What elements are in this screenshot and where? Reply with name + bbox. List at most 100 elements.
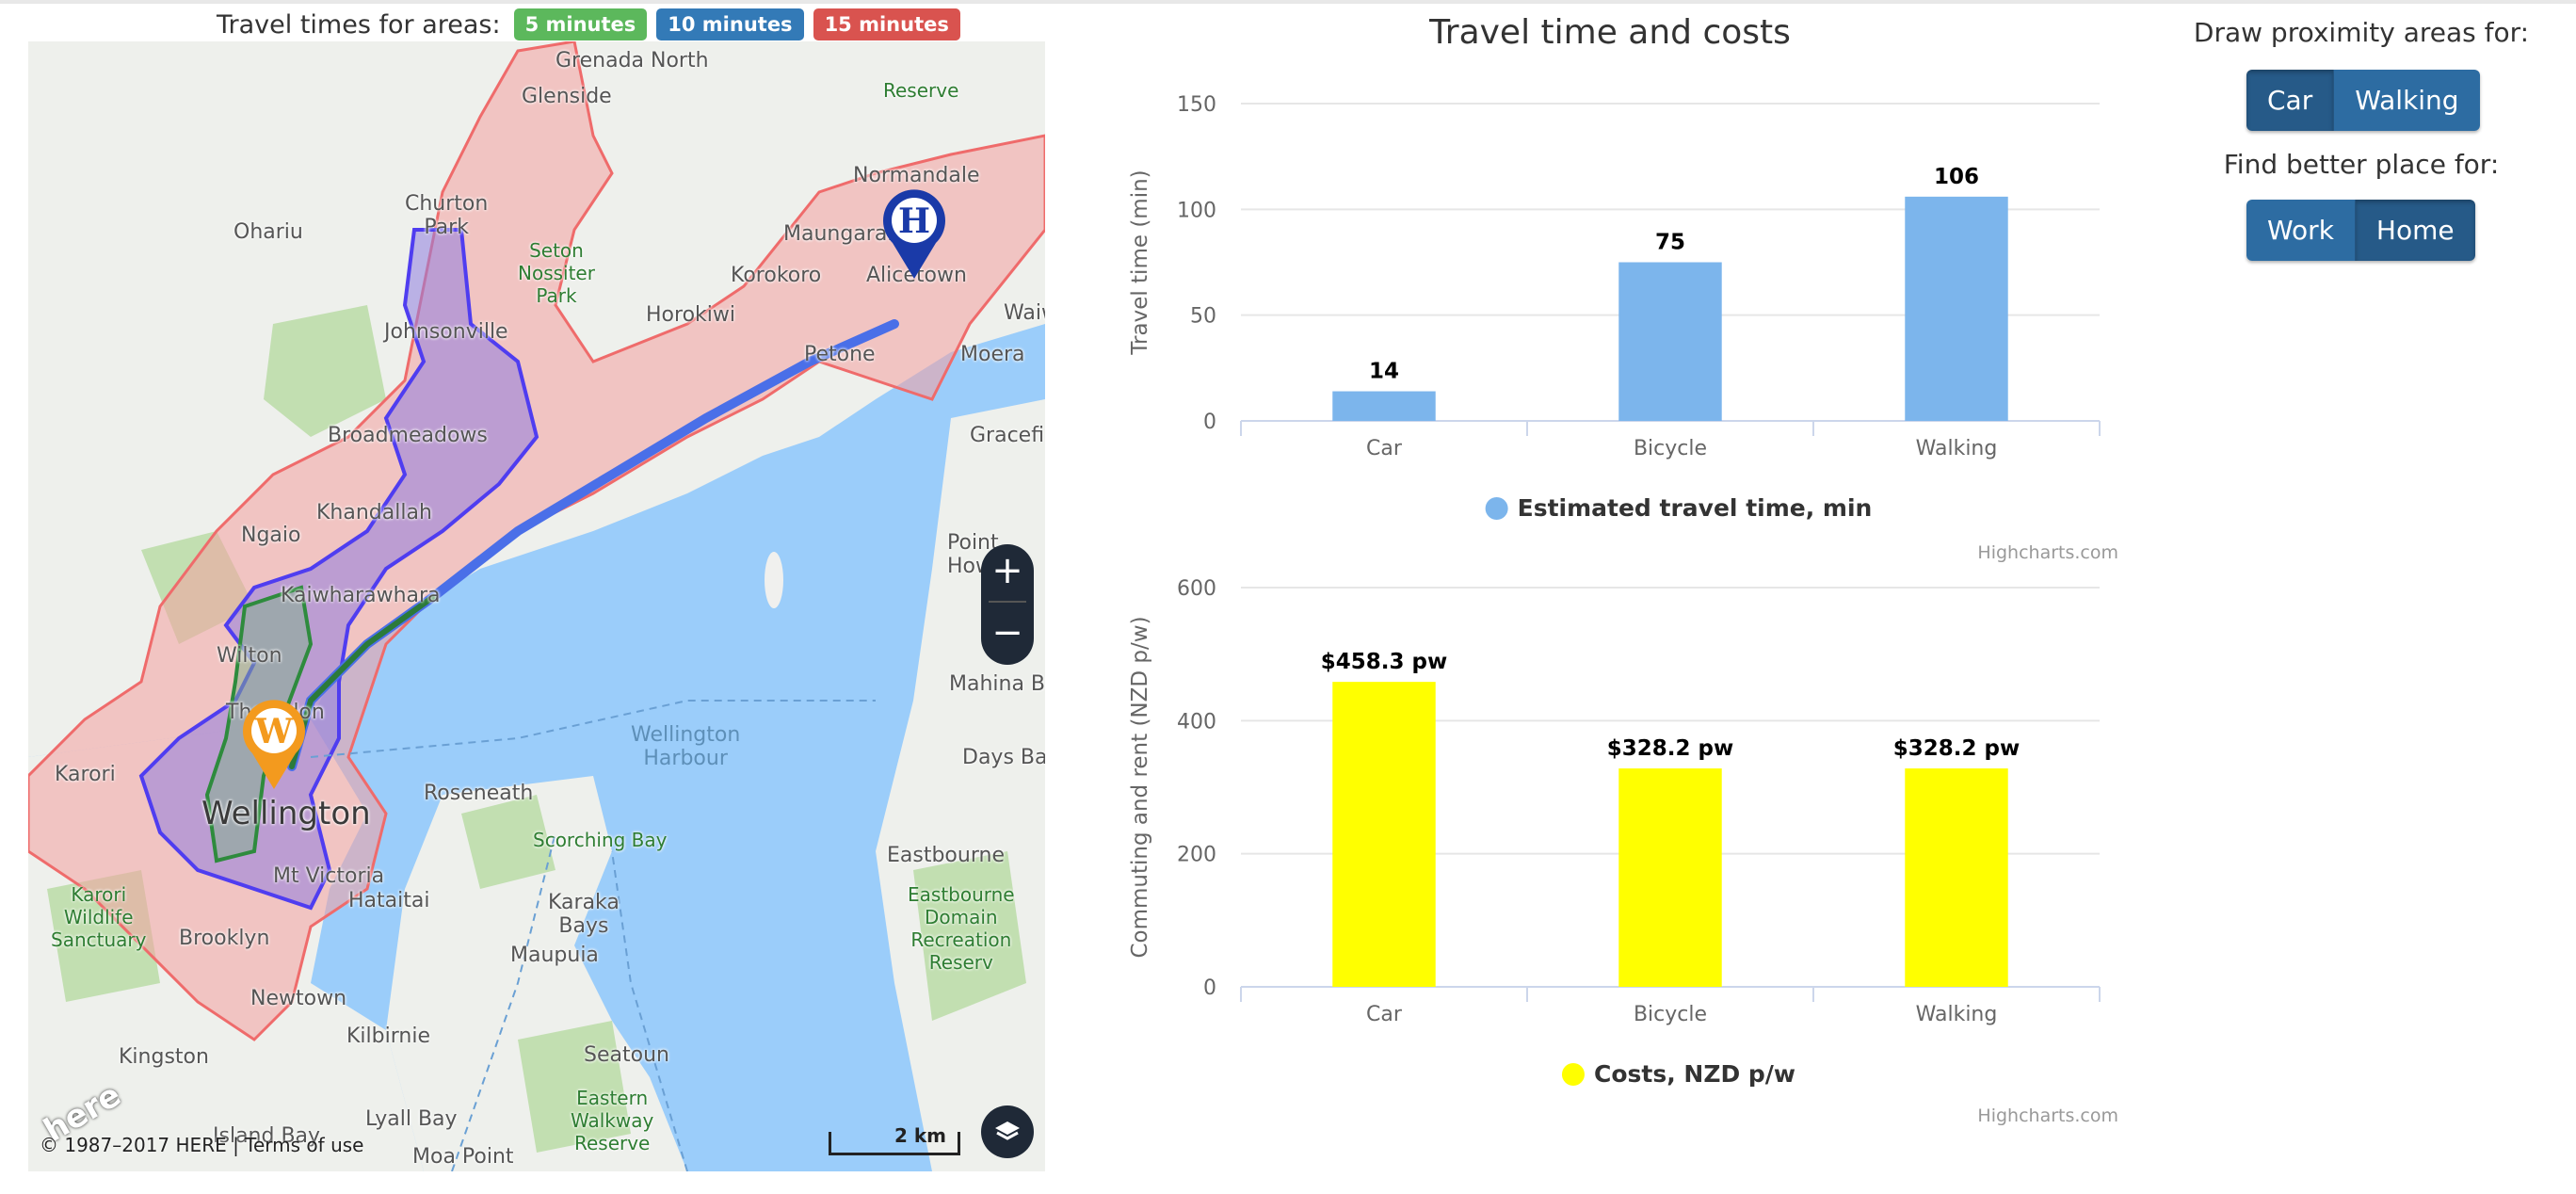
map-label-eastern-walkway: Eastern Walkway Reserve: [571, 1087, 654, 1154]
bar[interactable]: [1618, 768, 1722, 987]
draw-proximity-buttons: Car Walking: [2246, 70, 2480, 131]
find-work-button[interactable]: Work: [2246, 200, 2356, 261]
map-copyright[interactable]: © 1987–2017 HERE | Terms of use: [40, 1134, 363, 1156]
find-better-place-label: Find better place for:: [2223, 149, 2500, 180]
map-label-newtown: Newtown: [250, 987, 347, 1010]
map-label-brooklyn: Brooklyn: [179, 927, 270, 950]
badge-5-minutes[interactable]: 5 minutes: [513, 8, 648, 40]
map-label-ngaio: Ngaio: [241, 524, 301, 547]
home-location-pin[interactable]: H: [881, 186, 947, 284]
data-label: $328.2 pw: [1893, 736, 2020, 761]
map-label-waiwhetu: Waiw: [1004, 301, 1045, 325]
map-label-kilbirnie: Kilbirnie: [346, 1025, 430, 1048]
draw-proximity-label: Draw proximity areas for:: [2193, 17, 2530, 48]
scale-label: 2 km: [894, 1124, 947, 1147]
bar[interactable]: [1618, 262, 1722, 422]
data-label: 106: [1934, 165, 1979, 189]
map-label-horokiwi: Horokiwi: [646, 303, 735, 327]
x-tick-label: Car: [1366, 437, 1403, 460]
badge-10-minutes[interactable]: 10 minutes: [656, 8, 804, 40]
map-label-eastbourne-domain: Eastbourne Domain Recreation Reserv: [908, 883, 1015, 974]
bar[interactable]: [1332, 682, 1436, 987]
top-border: [0, 0, 2576, 4]
map-label-mt-victoria: Mt Victoria: [273, 864, 385, 888]
map-label-seton-nossiter: Seton Nossiter Park: [518, 239, 595, 307]
x-tick-label: Walking: [1916, 437, 1998, 460]
work-pin-letter: W: [254, 712, 294, 751]
data-label: $328.2 pw: [1607, 736, 1733, 761]
costs-chart: 0 200 400 600 $458.3 pw Car $328.2 pw Bicycle $3…: [1120, 565, 2118, 1130]
find-better-place-buttons: Work Home: [2246, 200, 2475, 261]
x-tick-label: Bicycle: [1634, 437, 1707, 460]
map-label-roseneath: Roseneath: [424, 782, 534, 805]
map-label-moa-point: Moa Point: [412, 1145, 514, 1169]
data-label: 14: [1369, 360, 1399, 384]
layers-icon: [995, 1121, 1020, 1140]
legend-item[interactable]: Costs, NZD p/w: [1561, 1060, 1795, 1088]
map-label-karaka-bays: Karaka Bays: [548, 891, 620, 938]
find-home-button[interactable]: Home: [2355, 200, 2475, 261]
y-tick-label: 150: [1177, 93, 1216, 117]
map-label-normandale: Normandale: [853, 164, 980, 187]
map-label-reserve: Reserve: [883, 79, 959, 102]
chart-credit-2[interactable]: Highcharts.com: [1977, 1105, 2118, 1126]
map-label-broadmeadows: Broadmeadows: [328, 424, 488, 447]
y-tick-label: 0: [1203, 976, 1216, 1000]
map-label-wellington: Wellington: [201, 795, 371, 832]
zoom-out-button[interactable]: −: [981, 606, 1034, 659]
map-label-kaiwharawhara: Kaiwharawhara: [281, 584, 441, 607]
y-axis-title: Travel time (min): [1128, 169, 1152, 355]
work-location-pin[interactable]: W: [241, 697, 307, 795]
map-label-maupuia: Maupuia: [510, 944, 599, 967]
map-label-lyall-bay: Lyall Bay: [365, 1107, 458, 1131]
zoom-control: + −: [981, 544, 1034, 665]
map-label-churton-park: Churton Park: [405, 192, 489, 239]
map-label-seatoun: Seatoun: [584, 1043, 669, 1067]
legend-symbol: [1561, 1063, 1585, 1086]
badge-15-minutes[interactable]: 15 minutes: [813, 8, 960, 40]
map-label-days-bay: Days Bay: [962, 746, 1045, 769]
map-label-wilton: Wilton: [217, 644, 282, 668]
map-label-karori: Karori: [55, 763, 116, 786]
x-tick-label: Bicycle: [1634, 1003, 1707, 1026]
chart-credit-1[interactable]: Highcharts.com: [1977, 542, 2118, 563]
y-tick-label: 600: [1177, 577, 1216, 601]
map-view[interactable]: Grenada North Glenside Reserve Ohariu Ch…: [28, 41, 1045, 1171]
chart-title: Travel time and costs: [1429, 13, 1791, 52]
map-label-eastbourne: Eastbourne: [887, 844, 1005, 867]
map-label-hataitai: Hataitai: [348, 889, 430, 912]
map-label-mahina-bay: Mahina Bay: [949, 672, 1045, 696]
legend-label: Estimated travel time, min: [1518, 494, 1873, 522]
map-label-scorching-bay: Scorching Bay: [533, 829, 668, 851]
y-axis-title: Commuting and rent (NZD p/w): [1128, 616, 1152, 958]
draw-car-button[interactable]: Car: [2246, 70, 2335, 131]
data-label: $458.3 pw: [1321, 650, 1447, 674]
map-label-johnsonville: Johnsonville: [384, 320, 508, 344]
map-label-karori-wildlife: Karori Wildlife Sanctuary: [51, 883, 147, 951]
home-pin-letter: H: [897, 202, 930, 241]
map-label-moera: Moera: [960, 343, 1025, 366]
bar[interactable]: [1905, 768, 2008, 987]
legend-label: Costs, NZD p/w: [1594, 1060, 1795, 1088]
draw-walking-button[interactable]: Walking: [2334, 70, 2480, 131]
bar[interactable]: [1905, 196, 2008, 421]
map-label-kingston: Kingston: [119, 1045, 209, 1069]
y-tick-label: 200: [1177, 844, 1216, 867]
map-label-grenada-north: Grenada North: [555, 49, 709, 73]
zoom-in-button[interactable]: +: [981, 544, 1034, 597]
travel-time-chart-svg: 0 50 100 150 14 Car 75 Bicycle 106 Walking Travel …: [1128, 93, 2101, 522]
map-label-wellington-harbour: Wellington Harbour: [631, 723, 741, 770]
x-tick-label: Walking: [1916, 1003, 1998, 1026]
layers-button[interactable]: [981, 1105, 1034, 1158]
map-label-korokoro: Korokoro: [731, 264, 822, 287]
bar[interactable]: [1332, 391, 1436, 421]
y-tick-label: 50: [1190, 305, 1216, 329]
map-label-gracefield: Gracefi: [970, 424, 1045, 447]
map-label-ohariu: Ohariu: [233, 220, 303, 244]
y-tick-label: 400: [1177, 710, 1216, 734]
legend-item[interactable]: Estimated travel time, min: [1485, 494, 1873, 522]
travel-time-chart: 0 50 100 150 14 Car 75 Bicycle 106 Walking Travel …: [1120, 75, 2118, 565]
data-label: 75: [1655, 231, 1685, 255]
map-label-petone: Petone: [804, 343, 876, 366]
costs-chart-svg: 0 200 400 600 $458.3 pw Car $328.2 pw Bicycle $3…: [1128, 577, 2101, 1088]
